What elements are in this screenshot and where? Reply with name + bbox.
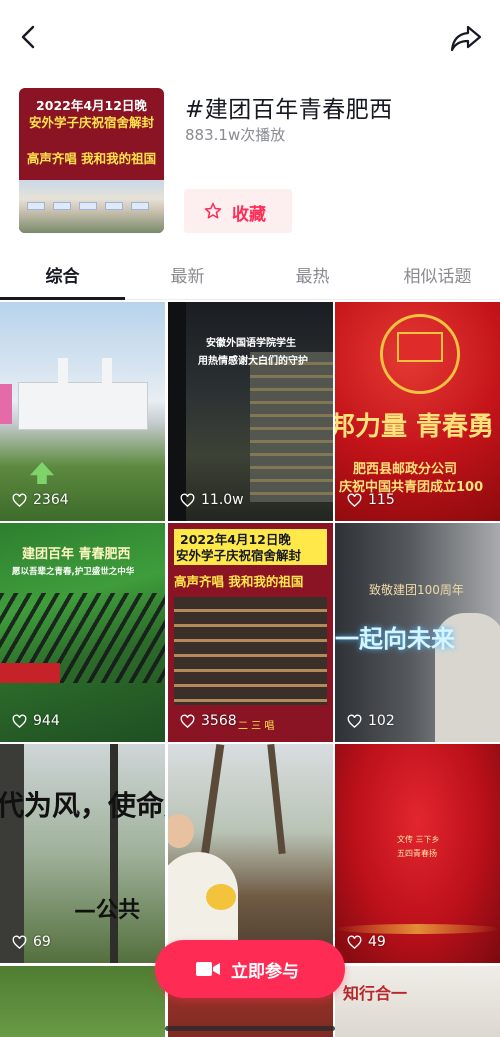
tab-bar: 综合 最新 最热 相似话题 xyxy=(0,252,500,300)
video-card[interactable] xyxy=(0,966,165,1037)
like-count: 2364 xyxy=(12,491,69,509)
video-caption: 安徽外国语学院学生 xyxy=(206,338,296,349)
cover-text-song: 高声齐唱 我和我的祖国 xyxy=(26,151,157,166)
video-card[interactable]: 2022年4月12日晚 安外学子庆祝宿舍解封 高声齐唱 我和我的祖国 二 三 唱… xyxy=(168,523,333,742)
heart-outline-icon xyxy=(180,714,195,728)
chevron-left-icon xyxy=(21,25,35,49)
topic-cover-image: 2022年4月12日晚 安外学子庆祝宿舍解封 高声齐唱 我和我的祖国 xyxy=(19,88,164,233)
video-caption: 用热情感谢大白们的守护 xyxy=(198,356,308,367)
join-now-label: 立即参与 xyxy=(231,962,299,982)
cover-text-event: 安外学子庆祝宿舍解封 xyxy=(28,115,154,130)
cover-photo xyxy=(19,180,164,233)
video-card[interactable]: 安徽外国语学院学生 用热情感谢大白们的守护 11.0w xyxy=(168,302,333,521)
like-count: 115 xyxy=(347,491,395,509)
video-caption: 建团百年 青春肥西 xyxy=(22,547,131,562)
video-caption: 高声齐唱 我和我的祖国 xyxy=(174,574,304,589)
video-camera-icon xyxy=(196,962,220,976)
video-caption: 肥西县邮政分公司 xyxy=(353,462,458,477)
star-outline-icon xyxy=(204,202,222,219)
play-count: 883.1w次播放 xyxy=(185,126,286,144)
video-caption: 文传 三下乡 xyxy=(397,835,440,844)
video-caption: 邦力量 青春勇 xyxy=(335,412,495,442)
heart-outline-icon xyxy=(12,714,27,728)
video-card[interactable]: 知行合一 xyxy=(335,966,500,1037)
video-caption: 一起向未来 xyxy=(335,625,455,653)
topic-title: #建团百年青春肥西 xyxy=(185,97,393,123)
video-caption: 安外学子庆祝宿舍解封 xyxy=(176,548,302,563)
tab-latest[interactable]: 最新 xyxy=(125,262,250,287)
video-caption: 愿以吾辈之青春,护卫盛世之中华 xyxy=(12,567,135,577)
favorite-label: 收藏 xyxy=(232,205,266,225)
tab-comprehensive[interactable]: 综合 xyxy=(0,262,125,287)
topic-header: 2022年4月12日晚 安外学子庆祝宿舍解封 高声齐唱 我和我的祖国 #建团百年… xyxy=(0,88,500,238)
heart-outline-icon xyxy=(12,493,27,507)
tab-hottest[interactable]: 最热 xyxy=(250,262,375,287)
heart-outline-icon xyxy=(180,493,195,507)
video-caption: 二 三 唱 xyxy=(238,721,275,732)
like-count: 69 xyxy=(12,933,51,951)
top-bar xyxy=(0,0,500,75)
join-now-button[interactable]: 立即参与 xyxy=(155,940,345,998)
heart-outline-icon xyxy=(347,714,362,728)
like-count: 3568 xyxy=(180,712,237,730)
video-caption: 知行合一 xyxy=(343,984,408,1003)
tab-active-indicator xyxy=(0,297,125,300)
home-indicator xyxy=(165,1026,335,1031)
heart-outline-icon xyxy=(347,493,362,507)
video-caption: 五四青春扬 xyxy=(397,849,437,858)
back-button[interactable] xyxy=(14,22,44,52)
favorite-button[interactable]: 收藏 xyxy=(184,189,292,233)
tab-similar-topics[interactable]: 相似话题 xyxy=(375,262,500,287)
video-card[interactable]: 2364 xyxy=(0,302,165,521)
video-card[interactable]: 代为风，使命光 —公共 69 xyxy=(0,744,165,963)
video-card[interactable]: 邦力量 青春勇 肥西县邮政分公司 庆祝中国共青团成立100 115 xyxy=(335,302,500,521)
video-caption: 代为风，使命光 xyxy=(0,789,165,822)
cover-text-date: 2022年4月12日晚 xyxy=(36,98,147,113)
share-button[interactable] xyxy=(448,22,484,54)
video-card[interactable]: 致敬建团100周年 一起向未来 102 xyxy=(335,523,500,742)
video-caption: —公共 xyxy=(74,898,141,923)
video-grid: 2364 安徽外国语学院学生 用热情感谢大白们的守护 11.0w 邦力量 青春勇… xyxy=(0,302,500,1037)
video-card[interactable] xyxy=(168,744,333,963)
heart-outline-icon xyxy=(347,935,362,949)
like-count: 49 xyxy=(347,933,386,951)
like-count: 102 xyxy=(347,712,395,730)
video-card[interactable]: 建团百年 青春肥西 愿以吾辈之青春,护卫盛世之中华 944 xyxy=(0,523,165,742)
heart-outline-icon xyxy=(12,935,27,949)
video-caption: 致敬建团100周年 xyxy=(369,583,464,597)
share-arrow-icon xyxy=(450,25,482,52)
video-card[interactable]: 文传 三下乡 五四青春扬 49 xyxy=(335,744,500,963)
like-count: 944 xyxy=(12,712,60,730)
like-count: 11.0w xyxy=(180,491,244,509)
